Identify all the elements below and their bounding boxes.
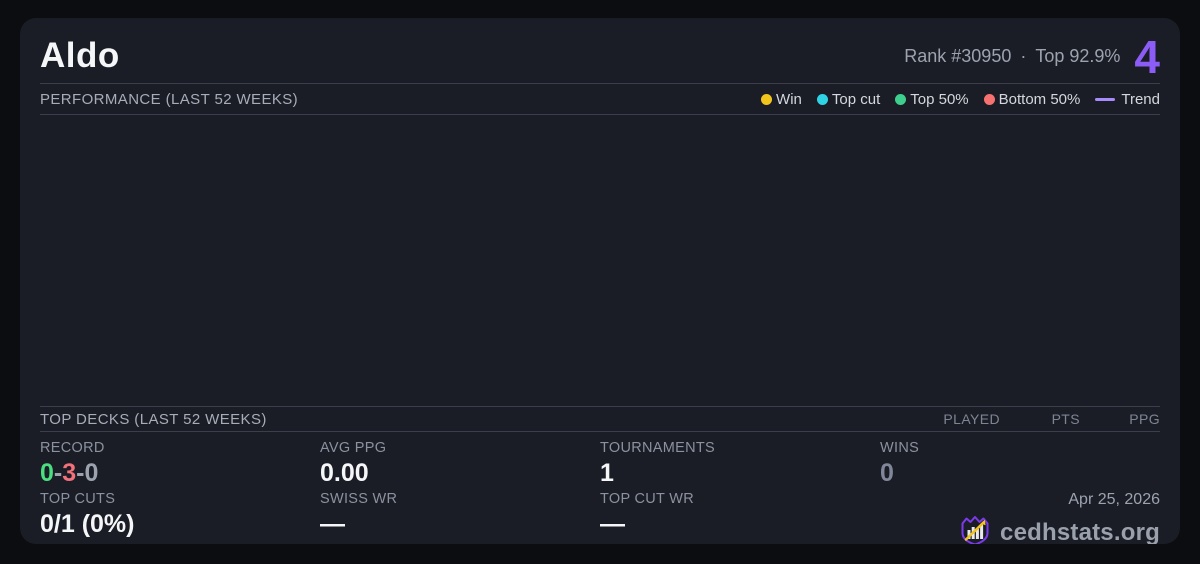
top-cut-dot-icon	[816, 93, 828, 105]
legend-label: Trend	[1121, 90, 1160, 108]
stat-value: 1	[600, 459, 614, 487]
stat-top-cuts: TOP CUTS 0/1 (0%)	[40, 491, 320, 544]
stat-wins: WINS 0	[880, 440, 1160, 491]
stat-label: RECORD	[40, 440, 105, 456]
column-header-ppg: PPG	[1129, 411, 1160, 427]
site-name: cedhstats.org	[1000, 518, 1160, 545]
top-50-dot-icon	[895, 93, 907, 105]
page-title: Aldo	[40, 36, 120, 75]
legend-label: Bottom 50%	[998, 90, 1081, 108]
top-decks-columns: PLAYED PTS PPG	[896, 411, 1160, 427]
legend-item-top-cut: Top cut	[816, 90, 881, 108]
performance-chart-area	[40, 115, 1160, 407]
legend-item-win: Win	[761, 91, 802, 108]
footer-branding: Apr 25, 2026 cedhstats.org	[880, 491, 1160, 544]
legend-item-bottom-50: Bottom 50%	[983, 90, 1081, 108]
performance-header-row: PERFORMANCE (LAST 52 WEEKS) Win Top cut …	[40, 84, 1160, 115]
chart-legend: Win Top cut Top 50% Bottom 50% Trend	[761, 91, 1160, 108]
stat-label: TOURNAMENTS	[600, 440, 716, 456]
stat-value: —	[600, 510, 625, 538]
stat-value: —	[320, 510, 345, 538]
legend-item-top-50: Top 50%	[895, 90, 969, 108]
stat-record: RECORD 0-3-0	[40, 440, 320, 491]
column-header-pts: PTS	[1051, 411, 1080, 427]
win-dot-icon	[761, 93, 773, 105]
header-right: Rank #30950 · Top 92.9% 4	[904, 30, 1160, 83]
stat-label: SWISS WR	[320, 491, 398, 507]
record-separator: -	[53, 459, 63, 487]
record-draws: 0	[84, 459, 99, 487]
stat-label: WINS	[880, 440, 920, 456]
record-wins: 0	[40, 459, 54, 487]
stat-avg-ppg: AVG PPG 0.00	[320, 440, 600, 491]
column-header-played: PLAYED	[943, 411, 1000, 427]
brand: cedhstats.org	[958, 513, 1160, 544]
stat-top-cut-wr: TOP CUT WR —	[600, 491, 880, 544]
performance-section-title: PERFORMANCE (LAST 52 WEEKS)	[40, 90, 299, 108]
stat-tournaments: TOURNAMENTS 1	[600, 440, 880, 491]
player-stats-card: Aldo Rank #30950 · Top 92.9% 4 PERFORMAN…	[20, 18, 1180, 544]
legend-label: Top cut	[831, 90, 881, 108]
record-value: 0-3-0	[40, 458, 320, 488]
top-percent-text: Top 92.9%	[1035, 46, 1121, 66]
big-rank-number: 4	[1134, 30, 1160, 83]
stat-label: TOP CUTS	[40, 491, 116, 507]
stat-value: 0/1 (0%)	[40, 510, 135, 538]
bottom-50-dot-icon	[983, 93, 995, 105]
top-decks-header-row: TOP DECKS (LAST 52 WEEKS) PLAYED PTS PPG	[40, 407, 1160, 432]
legend-item-trend: Trend	[1095, 91, 1160, 108]
rank-text: Rank #30950	[904, 46, 1012, 66]
legend-label: Win	[776, 90, 802, 108]
trend-line-icon	[1095, 97, 1116, 101]
rank-separator: ·	[1020, 46, 1027, 66]
stat-label: AVG PPG	[320, 440, 387, 456]
stat-label: TOP CUT WR	[600, 491, 695, 507]
stat-swiss-wr: SWISS WR —	[320, 491, 600, 544]
stats-grid: RECORD 0-3-0 AVG PPG 0.00 TOURNAMENTS 1 …	[40, 432, 1160, 544]
snapshot-date: Apr 25, 2026	[1068, 491, 1160, 508]
rank-line: Rank #30950 · Top 92.9%	[904, 46, 1120, 77]
top-decks-section-title: TOP DECKS (LAST 52 WEEKS)	[40, 410, 267, 428]
legend-label: Top 50%	[910, 90, 969, 108]
cedhstats-logo-icon	[958, 513, 992, 544]
stat-value: 0.00	[320, 459, 369, 487]
card-header: Aldo Rank #30950 · Top 92.9% 4	[40, 18, 1160, 84]
record-losses: 3	[62, 459, 77, 487]
stat-value: 0	[880, 459, 894, 487]
